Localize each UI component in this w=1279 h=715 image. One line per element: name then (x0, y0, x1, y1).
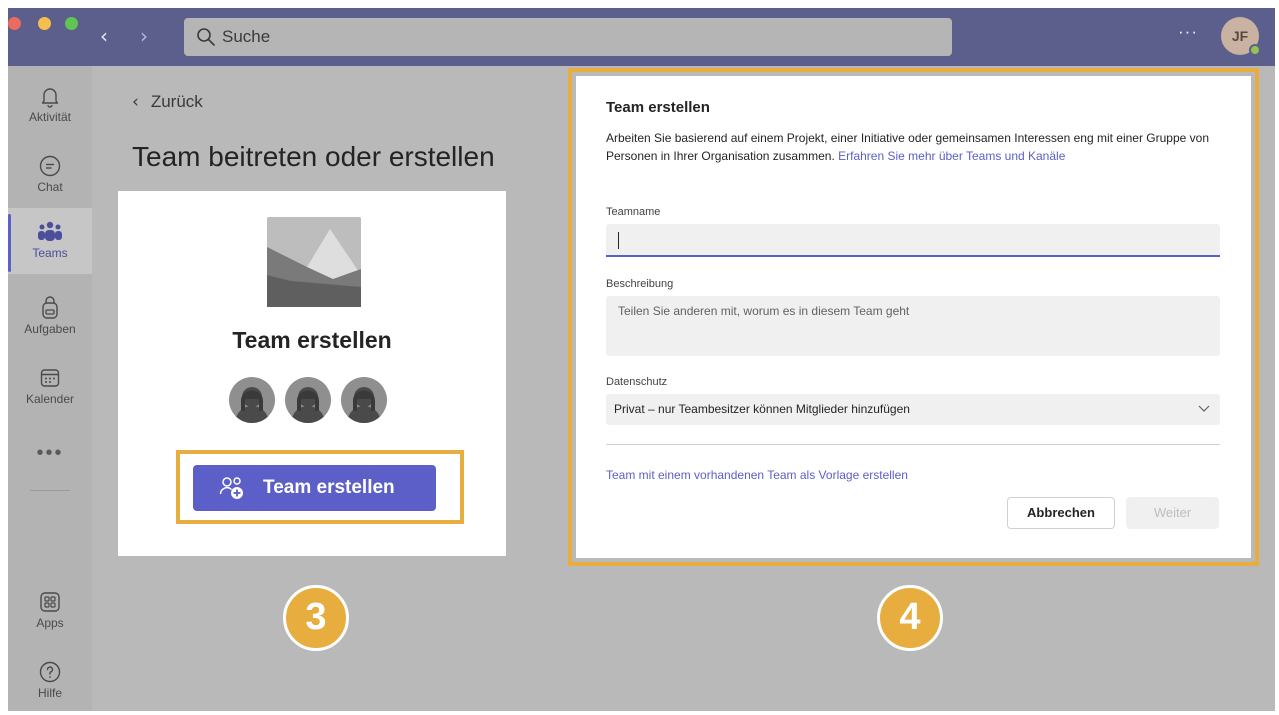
maximize-window-button[interactable] (65, 17, 78, 30)
dialog-description: Arbeiten Sie basierend auf einem Projekt… (606, 129, 1216, 165)
active-indicator (8, 214, 11, 272)
presence-status-icon (1249, 44, 1261, 56)
create-team-button-label: Team erstellen (263, 477, 395, 498)
back-arrow-icon[interactable]: ‹ (100, 22, 108, 50)
page-title: Team beitreten oder erstellen (132, 141, 495, 172)
back-link[interactable]: ‹ Zurück (132, 92, 203, 112)
backpack-icon (42, 296, 58, 319)
description-textarea[interactable]: Teilen Sie anderen mit, worum es in dies… (606, 296, 1220, 356)
title-bar: ‹ › Suche ··· JF (8, 8, 1275, 66)
card-title: Team erstellen (232, 327, 392, 353)
rail-item-chat[interactable]: Chat (8, 142, 92, 208)
forward-arrow-icon[interactable]: › (140, 22, 148, 50)
rail-item-label: Teams (32, 246, 68, 260)
rail-item-label: Aufgaben (24, 322, 76, 336)
chevron-down-icon (1198, 405, 1210, 412)
create-team-button[interactable]: Team erstellen (193, 465, 436, 511)
team-name-label: Teamname (606, 206, 661, 218)
chevron-left-icon: ‹ (132, 92, 139, 112)
privacy-select[interactable]: Privat – nur Teambesitzer können Mitglie… (606, 394, 1220, 425)
apps-icon (40, 592, 60, 612)
landscape-image-icon (267, 217, 361, 307)
create-team-card: Team erstellen Team erstellen (118, 191, 506, 556)
privacy-label: Datenschutz (606, 376, 668, 388)
calendar-icon (40, 369, 60, 387)
teams-window: ‹ › Suche ··· JF Aktivität Chat Teams Au… (8, 8, 1275, 711)
rail-item-teams[interactable]: Teams (8, 208, 92, 274)
back-label: Zurück (150, 92, 203, 111)
close-window-button[interactable] (8, 17, 21, 30)
description-label: Beschreibung (606, 278, 674, 290)
teams-icon (38, 221, 62, 241)
next-button[interactable]: Weiter (1126, 497, 1219, 529)
rail-item-label: Aktivität (28, 110, 71, 124)
help-icon (39, 661, 61, 683)
avatar[interactable]: JF (1221, 17, 1261, 56)
rail-item-help[interactable]: Hilfe (8, 648, 92, 711)
person-icon (229, 377, 275, 423)
add-people-icon (219, 477, 243, 499)
dialog-title: Team erstellen (606, 99, 710, 116)
avatar-initials: JF (1231, 28, 1249, 44)
person-icon (341, 377, 387, 423)
description-placeholder: Teilen Sie anderen mit, worum es in dies… (618, 304, 910, 318)
rail-item-label: Hilfe (37, 686, 62, 700)
step-badge-3: 3 (283, 585, 349, 651)
rail-item-activity[interactable]: Aktivität (8, 72, 92, 138)
privacy-selected-value: Privat – nur Teambesitzer können Mitglie… (614, 402, 910, 416)
search-icon (197, 28, 215, 46)
rail-divider (30, 490, 70, 491)
person-icon (285, 377, 331, 423)
create-team-dialog: Team erstellen Arbeiten Sie basierend au… (576, 76, 1251, 558)
rail-item-label: Apps (36, 616, 64, 630)
text-caret (618, 232, 619, 249)
cancel-button[interactable]: Abbrechen (1007, 497, 1115, 529)
dialog-divider (606, 444, 1220, 445)
minimize-window-button[interactable] (38, 17, 51, 30)
team-name-input[interactable] (606, 224, 1220, 257)
chat-icon (39, 155, 61, 177)
search-placeholder: Suche (222, 27, 271, 46)
rail-item-calendar[interactable]: Kalender (8, 354, 92, 420)
learn-more-link[interactable]: Erfahren Sie mehr über Teams und Kanäle (838, 149, 1065, 163)
search-input[interactable]: Suche (184, 18, 952, 56)
app-rail: Aktivität Chat Teams Aufgaben Kalender •… (8, 66, 92, 711)
create-from-template-link[interactable]: Team mit einem vorhandenen Team als Vorl… (606, 468, 908, 482)
rail-item-apps[interactable]: Apps (8, 578, 92, 644)
bell-icon (41, 88, 59, 108)
member-avatars (229, 377, 399, 423)
rail-item-label: Chat (37, 180, 63, 194)
more-options-icon[interactable]: ··· (1178, 22, 1198, 42)
rail-item-tasks[interactable]: Aufgaben (8, 284, 92, 350)
more-apps-icon[interactable]: ••• (8, 442, 92, 465)
step-badge-4: 4 (877, 585, 943, 651)
rail-item-label: Kalender (25, 392, 75, 406)
